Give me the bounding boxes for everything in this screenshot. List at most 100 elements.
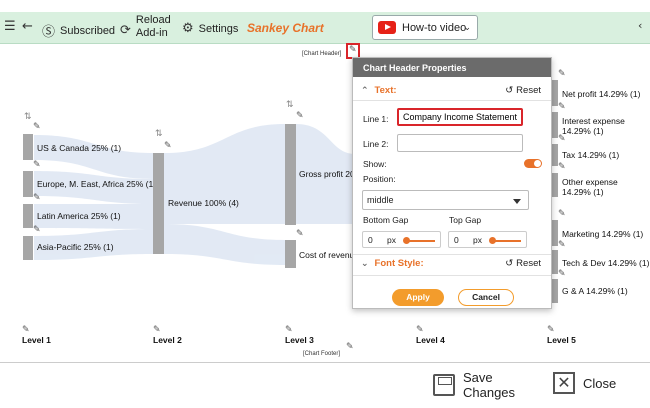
text-section-toggle[interactable]: ⌃ Text: bbox=[361, 85, 397, 96]
chevron-up-icon: ⌃ bbox=[361, 85, 369, 96]
edit-icon[interactable]: ✎ bbox=[558, 269, 566, 279]
cancel-button[interactable]: Cancel bbox=[458, 289, 514, 306]
position-value: middle bbox=[367, 195, 394, 205]
label-revenue: Revenue 100% (4) bbox=[168, 198, 239, 208]
node-g-a[interactable] bbox=[552, 279, 558, 303]
edit-icon[interactable]: ✎ bbox=[33, 122, 41, 132]
close-icon: ✕ bbox=[553, 372, 575, 394]
node-revenue[interactable] bbox=[153, 153, 164, 254]
font-style-section-toggle[interactable]: ⌄ Font Style: bbox=[361, 258, 424, 269]
label-g-a: G & A 14.29% (1) bbox=[562, 286, 628, 296]
menu-icon[interactable]: ☰ bbox=[4, 19, 16, 34]
node-apac[interactable] bbox=[23, 236, 33, 260]
bottom-gap-input[interactable]: 0 px bbox=[362, 231, 441, 248]
reset-icon: ↺ bbox=[505, 85, 514, 96]
level-edit-icon[interactable]: ✎ bbox=[153, 325, 161, 335]
chart-header-label[interactable]: [Chart Header] bbox=[302, 51, 341, 57]
edit-icon[interactable]: ✎ bbox=[558, 209, 566, 219]
level-2-label[interactable]: Level 2 bbox=[153, 335, 182, 345]
chevron-down-icon: ⌄ bbox=[361, 258, 369, 269]
line2-input[interactable] bbox=[397, 134, 523, 152]
edit-icon[interactable]: ✎ bbox=[33, 225, 41, 235]
position-select[interactable]: middle bbox=[362, 190, 529, 210]
level-3-label[interactable]: Level 3 bbox=[285, 335, 314, 345]
edit-icon[interactable]: ✎ bbox=[558, 102, 566, 112]
level-edit-icon[interactable]: ✎ bbox=[22, 325, 30, 335]
subscribed-label: Subscribed bbox=[60, 24, 116, 37]
node-cost-of-revenue[interactable] bbox=[285, 240, 296, 268]
top-gap-slider-knob[interactable] bbox=[489, 237, 496, 244]
reset-label: Reset bbox=[516, 258, 541, 269]
save-changes-button[interactable]: Save Changes bbox=[433, 370, 515, 400]
divider bbox=[353, 100, 551, 101]
node-latam[interactable] bbox=[23, 204, 33, 228]
edit-icon[interactable]: ✎ bbox=[558, 162, 566, 172]
top-gap-unit: px bbox=[473, 235, 482, 245]
label-tech-dev: Tech & Dev 14.29% (1) bbox=[562, 258, 650, 268]
reload-addin-button[interactable]: ⟳ Reload Add-in bbox=[120, 14, 171, 40]
level-4-label[interactable]: Level 4 bbox=[416, 335, 445, 345]
label-us-canada: US & Canada 25% (1) bbox=[37, 143, 122, 153]
label-cost-of-revenue: Cost of revenue bbox=[299, 250, 360, 260]
edit-icon[interactable]: ✎ bbox=[296, 229, 304, 239]
line1-label: Line 1: bbox=[363, 114, 389, 124]
settings-button[interactable]: ⚙ Settings bbox=[182, 21, 238, 36]
node-europe[interactable] bbox=[23, 171, 33, 197]
line2-label: Line 2: bbox=[363, 139, 389, 149]
text-reset-button[interactable]: ↺ Reset bbox=[505, 85, 541, 96]
bottom-bar: Save Changes ✕ Close bbox=[0, 362, 650, 408]
level-edit-icon[interactable]: ✎ bbox=[285, 325, 293, 335]
edit-icon[interactable]: ✎ bbox=[558, 69, 566, 79]
label-net-profit: Net profit 14.29% (1) bbox=[562, 89, 641, 99]
font-reset-button[interactable]: ↺ Reset bbox=[505, 258, 541, 269]
edit-icon[interactable]: ✎ bbox=[164, 141, 172, 151]
chevron-down-icon bbox=[513, 199, 521, 204]
label-interest-expense: Interest expense 14.29% (1) bbox=[562, 116, 625, 136]
reset-label: Reset bbox=[516, 85, 541, 96]
position-label: Position: bbox=[363, 174, 396, 184]
youtube-icon bbox=[378, 21, 396, 34]
close-button[interactable]: ✕ Close bbox=[553, 372, 616, 394]
sort-icon[interactable]: ⇅ bbox=[24, 112, 32, 122]
apply-button[interactable]: Apply bbox=[392, 289, 444, 306]
show-toggle[interactable] bbox=[524, 159, 542, 168]
edit-icon[interactable]: ✎ bbox=[33, 160, 41, 170]
level-1-label[interactable]: Level 1 bbox=[22, 335, 51, 345]
node-us-canada[interactable] bbox=[23, 134, 33, 160]
chevron-down-icon: ⌄ bbox=[463, 22, 471, 33]
subscribed-button[interactable]: Ⓢ Subscribed bbox=[42, 21, 116, 41]
chart-footer-label[interactable]: [Chart Footer] bbox=[303, 351, 340, 357]
howto-label: How-to video bbox=[402, 21, 467, 34]
sort-icon[interactable]: ⇅ bbox=[286, 100, 294, 110]
level-5-label[interactable]: Level 5 bbox=[547, 335, 576, 345]
level-edit-icon[interactable]: ✎ bbox=[547, 325, 555, 335]
bottom-gap-slider-knob[interactable] bbox=[403, 237, 410, 244]
toolbar: ☰ ← Ⓢ Subscribed ⟳ Reload Add-in ⚙ Setti… bbox=[0, 12, 650, 44]
top-gap-label: Top Gap bbox=[449, 215, 482, 225]
back-arrow-icon[interactable]: ← bbox=[22, 19, 33, 34]
label-tax: Tax 14.29% (1) bbox=[562, 150, 620, 160]
edit-icon[interactable]: ✎ bbox=[296, 111, 304, 121]
label-other-expense: Other expense 14.29% (1) bbox=[562, 177, 618, 197]
save-label-line2: Changes bbox=[463, 385, 516, 400]
edit-icon[interactable]: ✎ bbox=[558, 134, 566, 144]
close-label: Close bbox=[583, 375, 617, 391]
collapse-arrow-icon[interactable]: ‹ bbox=[638, 19, 642, 32]
edit-icon[interactable]: ✎ bbox=[33, 193, 41, 203]
howto-video-select[interactable]: How-to video ⌄ bbox=[372, 15, 478, 40]
divider bbox=[353, 275, 551, 276]
node-other-expense[interactable] bbox=[552, 173, 558, 197]
top-gap-input[interactable]: 0 px bbox=[448, 231, 527, 248]
node-gross-profit[interactable] bbox=[285, 124, 296, 225]
save-label-line1: Save bbox=[463, 370, 493, 385]
addin-label: Add-in bbox=[135, 27, 168, 39]
text-section-label: Text: bbox=[374, 85, 397, 96]
font-style-label: Font Style: bbox=[374, 258, 424, 269]
sort-icon[interactable]: ⇅ bbox=[155, 129, 163, 139]
level-edit-icon[interactable]: ✎ bbox=[416, 325, 424, 335]
line1-input[interactable] bbox=[397, 108, 523, 126]
edit-icon[interactable]: ✎ bbox=[558, 240, 566, 250]
footer-edit-icon[interactable]: ✎ bbox=[346, 342, 354, 352]
reload-icon: ⟳ bbox=[120, 22, 131, 38]
bottom-gap-value: 0 bbox=[368, 235, 373, 245]
